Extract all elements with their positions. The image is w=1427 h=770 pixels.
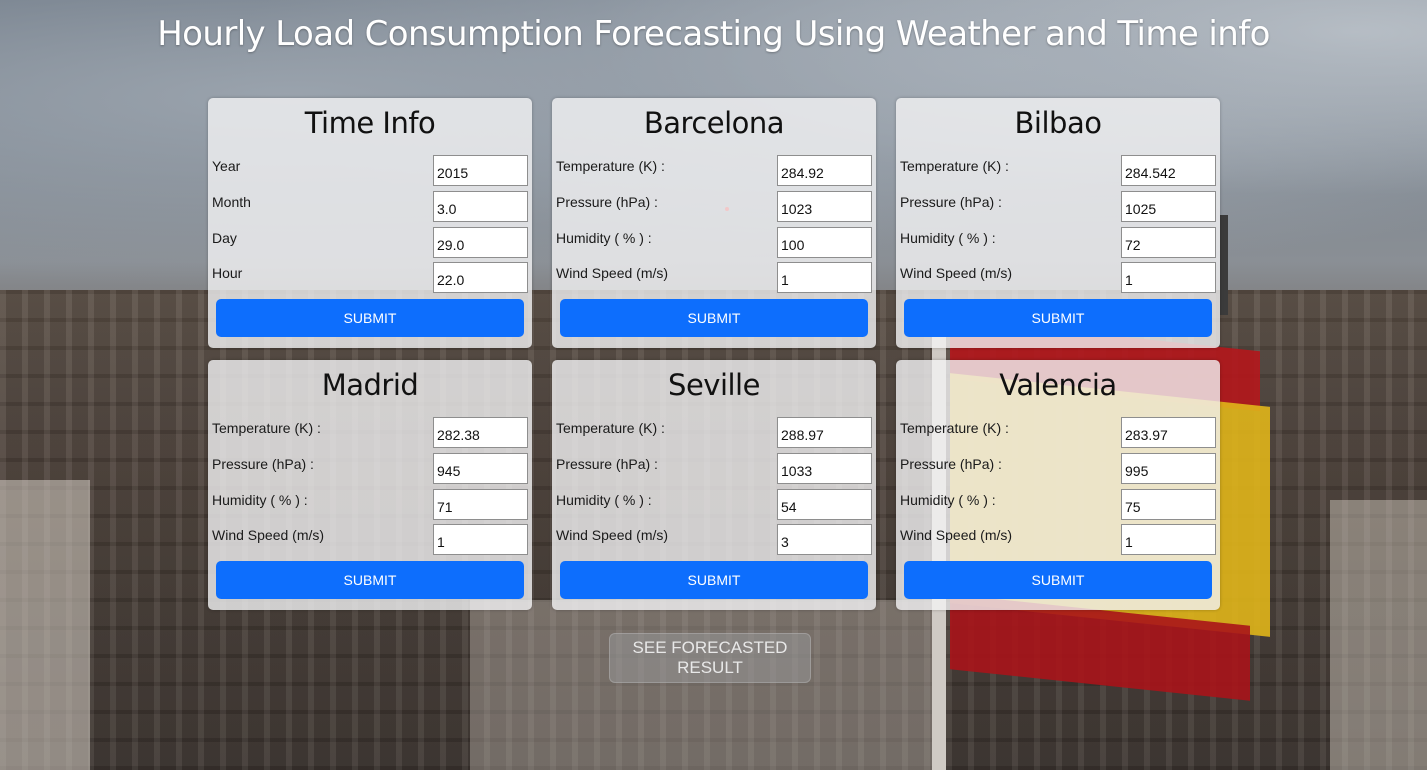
field-label: Pressure (hPa) : [556, 456, 658, 472]
pressure-input[interactable] [1121, 453, 1216, 484]
field-pressure: Pressure (hPa) : [556, 191, 872, 223]
field-humidity: Humidity ( % ) : [900, 227, 1216, 259]
card-barcelona: Barcelona Temperature (K) : Pressure (hP… [552, 98, 876, 348]
submit-button[interactable]: SUBMIT [216, 561, 524, 599]
pressure-input[interactable] [433, 453, 528, 484]
temperature-input[interactable] [1121, 417, 1216, 448]
temperature-input[interactable] [1121, 155, 1216, 186]
wind-speed-input[interactable] [1121, 524, 1216, 555]
card-bilbao: Bilbao Temperature (K) : Pressure (hPa) … [896, 98, 1220, 348]
field-label: Temperature (K) : [212, 420, 321, 436]
tower [1220, 215, 1228, 315]
temperature-input[interactable] [777, 417, 872, 448]
field-label: Pressure (hPa) : [900, 194, 1002, 210]
field-pressure: Pressure (hPa) : [212, 453, 528, 485]
field-label: Temperature (K) : [900, 420, 1009, 436]
field-label: Day [212, 230, 237, 246]
humidity-input[interactable] [1121, 227, 1216, 258]
humidity-input[interactable] [777, 489, 872, 520]
wind-speed-input[interactable] [1121, 262, 1216, 293]
field-month: Month [212, 191, 528, 223]
pressure-input[interactable] [777, 453, 872, 484]
field-hour: Hour [212, 262, 528, 294]
field-temperature: Temperature (K) : [900, 155, 1216, 187]
field-label: Humidity ( % ) : [556, 230, 652, 246]
field-label: Pressure (hPa) : [556, 194, 658, 210]
card-title: Bilbao [1014, 106, 1102, 140]
humidity-input[interactable] [777, 227, 872, 258]
pressure-input[interactable] [1121, 191, 1216, 222]
field-label: Humidity ( % ) : [900, 230, 996, 246]
field-day: Day [212, 227, 528, 259]
card-seville: Seville Temperature (K) : Pressure (hPa)… [552, 360, 876, 610]
field-humidity: Humidity ( % ) : [556, 489, 872, 521]
card-title: Time Info [304, 106, 436, 140]
submit-button[interactable]: SUBMIT [216, 299, 524, 337]
temperature-input[interactable] [777, 155, 872, 186]
field-wind-speed: Wind Speed (m/s) [900, 524, 1216, 556]
building [1330, 500, 1427, 770]
card-title: Valencia [999, 368, 1117, 402]
field-label: Temperature (K) : [556, 158, 665, 174]
field-label: Pressure (hPa) : [900, 456, 1002, 472]
card-madrid: Madrid Temperature (K) : Pressure (hPa) … [208, 360, 532, 610]
field-label: Hour [212, 265, 243, 281]
card-time-info: Time Info Year Month Day Hour SUBMIT [208, 98, 532, 348]
year-input[interactable] [433, 155, 528, 186]
field-temperature: Temperature (K) : [212, 417, 528, 449]
card-title: Barcelona [643, 106, 785, 140]
card-valencia: Valencia Temperature (K) : Pressure (hPa… [896, 360, 1220, 610]
field-humidity: Humidity ( % ) : [900, 489, 1216, 521]
card-title: Madrid [321, 368, 419, 402]
field-label: Wind Speed (m/s) [900, 265, 1013, 281]
pressure-input[interactable] [777, 191, 872, 222]
wind-speed-input[interactable] [777, 524, 872, 555]
humidity-input[interactable] [433, 489, 528, 520]
field-label: Month [212, 194, 251, 210]
hour-input[interactable] [433, 262, 528, 293]
month-input[interactable] [433, 191, 528, 222]
field-humidity: Humidity ( % ) : [556, 227, 872, 259]
submit-button[interactable]: SUBMIT [560, 299, 868, 337]
field-label: Pressure (hPa) : [212, 456, 314, 472]
field-pressure: Pressure (hPa) : [900, 453, 1216, 485]
field-label: Humidity ( % ) : [556, 492, 652, 508]
field-label: Wind Speed (m/s) [556, 265, 669, 281]
field-wind-speed: Wind Speed (m/s) [556, 262, 872, 294]
field-pressure: Pressure (hPa) : [900, 191, 1216, 223]
field-temperature: Temperature (K) : [900, 417, 1216, 449]
field-temperature: Temperature (K) : [556, 155, 872, 187]
field-label: Humidity ( % ) : [212, 492, 308, 508]
wind-speed-input[interactable] [777, 262, 872, 293]
submit-button[interactable]: SUBMIT [904, 299, 1212, 337]
field-label: Wind Speed (m/s) [556, 527, 669, 543]
field-wind-speed: Wind Speed (m/s) [556, 524, 872, 556]
field-temperature: Temperature (K) : [556, 417, 872, 449]
field-pressure: Pressure (hPa) : [556, 453, 872, 485]
see-forecasted-result-button[interactable]: SEE FORECASTED RESULT [609, 633, 811, 683]
field-label: Year [212, 158, 241, 174]
submit-button[interactable]: SUBMIT [560, 561, 868, 599]
page-title: Hourly Load Consumption Forecasting Usin… [157, 14, 1270, 54]
field-wind-speed: Wind Speed (m/s) [212, 524, 528, 556]
field-label: Temperature (K) : [900, 158, 1009, 174]
day-input[interactable] [433, 227, 528, 258]
field-year: Year [212, 155, 528, 187]
field-label: Wind Speed (m/s) [212, 527, 325, 543]
field-humidity: Humidity ( % ) : [212, 489, 528, 521]
field-label: Humidity ( % ) : [900, 492, 996, 508]
field-label: Wind Speed (m/s) [900, 527, 1013, 543]
wind-speed-input[interactable] [433, 524, 528, 555]
field-label: Temperature (K) : [556, 420, 665, 436]
field-wind-speed: Wind Speed (m/s) [900, 262, 1216, 294]
submit-button[interactable]: SUBMIT [904, 561, 1212, 599]
building [470, 600, 940, 770]
building [0, 480, 90, 770]
temperature-input[interactable] [433, 417, 528, 448]
humidity-input[interactable] [1121, 489, 1216, 520]
card-title: Seville [668, 368, 760, 402]
